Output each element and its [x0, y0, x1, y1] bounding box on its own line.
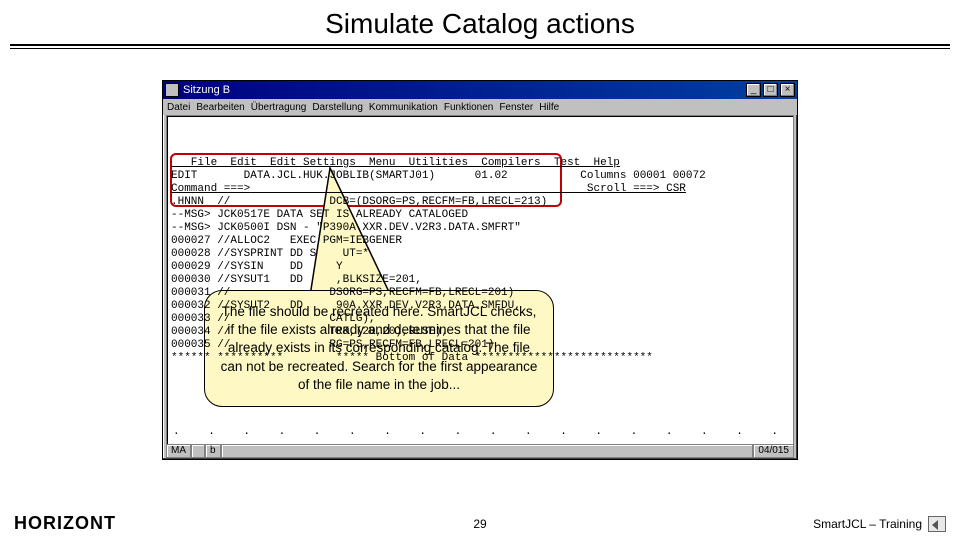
- status-cell: [191, 444, 205, 458]
- divider: [10, 44, 950, 46]
- page-number: 29: [473, 517, 486, 531]
- code-line: 000035 // RG=PS,RECFM=FB,LRECL=201): [171, 339, 494, 351]
- editor-header-left: EDIT DATA.JCL.HUK.JOBLIB(SMARTJ01) 01.02: [171, 170, 508, 182]
- code-line: 000030 //SYSUT1 DD ,BLKSIZE=201,: [171, 274, 422, 286]
- slide-footer: HORIZONT 29 SmartJCL – Training: [0, 513, 960, 534]
- close-button[interactable]: ×: [780, 83, 795, 97]
- divider: [10, 48, 950, 49]
- editor-menu[interactable]: File Edit Edit Settings Menu Utilities C…: [171, 157, 620, 169]
- status-cell: b: [205, 444, 221, 458]
- app-icon: [165, 83, 179, 97]
- code-line: 000028 //SYSPRINT DD S UT=*: [171, 248, 369, 260]
- dot-row: . . . . . . . . . . . . . . . . . . . . …: [173, 426, 787, 439]
- status-position: 04/015: [753, 444, 794, 458]
- menu-item[interactable]: Hilfe: [539, 102, 559, 113]
- code-line: 000034 // TRK,(20,20),RLSE),: [171, 326, 448, 338]
- window-titlebar: Sitzung B _ □ ×: [163, 81, 797, 99]
- code-line: 000032 //SYSUT2 DD 90A.XXR.DEV.V2R3.DATA…: [171, 300, 521, 312]
- prev-slide-icon[interactable]: [928, 516, 946, 532]
- code-line: ****** ********** ***** Bottom of Data *…: [171, 352, 653, 364]
- menu-item[interactable]: Fenster: [499, 102, 533, 113]
- brand-logo: HORIZONT: [14, 513, 116, 534]
- status-cell: MA: [166, 444, 191, 458]
- command-prompt[interactable]: Command ===>: [171, 183, 250, 195]
- slide-title: Simulate Catalog actions: [0, 0, 960, 44]
- scroll-field[interactable]: Scroll ===> CSR: [587, 183, 686, 195]
- code-line: 000031 // DSORG=PS,RECFM=FB,LRECL=201): [171, 287, 514, 299]
- menu-item[interactable]: Übertragung: [251, 102, 307, 113]
- code-line: 000027 //ALLOC2 EXEC PGM=IEBGENER: [171, 235, 402, 247]
- code-line: --MSG> JCK0517E DATA SET IS ALREADY CATA…: [171, 209, 468, 221]
- status-bar: MA b 04/015: [166, 444, 794, 458]
- window-title: Sitzung B: [183, 84, 230, 96]
- minimize-button[interactable]: _: [746, 83, 761, 97]
- menu-item[interactable]: Darstellung: [312, 102, 363, 113]
- status-cell: [221, 444, 754, 458]
- editor-header-right: Columns 00001 00072: [580, 170, 705, 182]
- menu-item[interactable]: Funktionen: [444, 102, 493, 113]
- window-menubar[interactable]: Datei Bearbeiten Übertragung Darstellung…: [163, 99, 797, 115]
- maximize-button[interactable]: □: [763, 83, 778, 97]
- menu-item[interactable]: Datei: [167, 102, 190, 113]
- menu-item[interactable]: Kommunikation: [369, 102, 438, 113]
- code-line: --MSG> JCK0500I DSN - "P390A.XXR.DEV.V2R…: [171, 222, 521, 234]
- code-line: .HNNN // DCB=(DSORG=PS,RECFM=FB,LRECL=21…: [171, 196, 547, 208]
- footer-label: SmartJCL – Training: [813, 517, 922, 531]
- menu-item[interactable]: Bearbeiten: [196, 102, 244, 113]
- code-line: 000033 // CATLG),: [171, 313, 376, 325]
- code-line: 000029 //SYSIN DD Y: [171, 261, 343, 273]
